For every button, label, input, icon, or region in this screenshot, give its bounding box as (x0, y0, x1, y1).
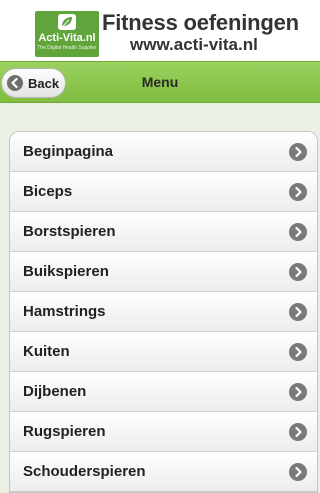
logo-tagline: The Digital Health Supplier (37, 45, 97, 51)
menu-item-label: Rugspieren (23, 423, 106, 440)
menu-item-biceps[interactable]: Biceps (10, 172, 317, 212)
menu-item-label: Buikspieren (23, 263, 109, 280)
chevron-right-icon (289, 303, 307, 321)
menu-item-label: Dijbenen (23, 383, 87, 400)
menu-item-hamstrings[interactable]: Hamstrings (10, 292, 317, 332)
chevron-right-icon (289, 463, 307, 481)
menu-item-label: Beginpagina (23, 143, 114, 160)
menu-item-label: Borstspieren (23, 223, 116, 240)
menu-item-schouderspieren[interactable]: Schouderspieren (10, 452, 317, 492)
leaf-icon (58, 14, 76, 30)
banner-url: www.acti-vita.nl (130, 35, 258, 54)
menu-item-rugspieren[interactable]: Rugspieren (10, 412, 317, 452)
menu-item-label: Schouderspieren (23, 463, 146, 480)
menu-item-buikspieren[interactable]: Buikspieren (10, 252, 317, 292)
header-bar: Menu Back (0, 61, 320, 103)
chevron-right-icon (289, 183, 307, 201)
acti-vita-logo[interactable]: Acti-Vita.nl The Digital Health Supplier (35, 11, 99, 57)
chevron-right-icon (289, 223, 307, 241)
menu-item-dijbenen[interactable]: Dijbenen (10, 372, 317, 412)
menu-item-borstspieren[interactable]: Borstspieren (10, 212, 317, 252)
chevron-right-icon (289, 263, 307, 281)
menu-item-label: Hamstrings (23, 303, 106, 320)
menu-item-label: Kuiten (23, 343, 70, 360)
menu-item-kuiten[interactable]: Kuiten (10, 332, 317, 372)
menu-item-beginpagina[interactable]: Beginpagina (10, 132, 317, 172)
banner-title: Fitness oefeningen (102, 10, 299, 35)
menu-item-label: Biceps (23, 183, 73, 200)
chevron-right-icon (289, 423, 307, 441)
chevron-right-icon (289, 343, 307, 361)
chevron-right-icon (289, 383, 307, 401)
back-button[interactable]: Back (1, 68, 66, 98)
chevron-right-icon (289, 143, 307, 161)
back-button-label: Back (28, 76, 60, 91)
logo-text: Acti-Vita.nl (38, 32, 96, 44)
menu-list: Beginpagina Biceps Borstspieren Buikspie… (9, 131, 318, 493)
chevron-left-icon (7, 75, 23, 91)
top-banner: Acti-Vita.nl The Digital Health Supplier… (0, 0, 320, 61)
